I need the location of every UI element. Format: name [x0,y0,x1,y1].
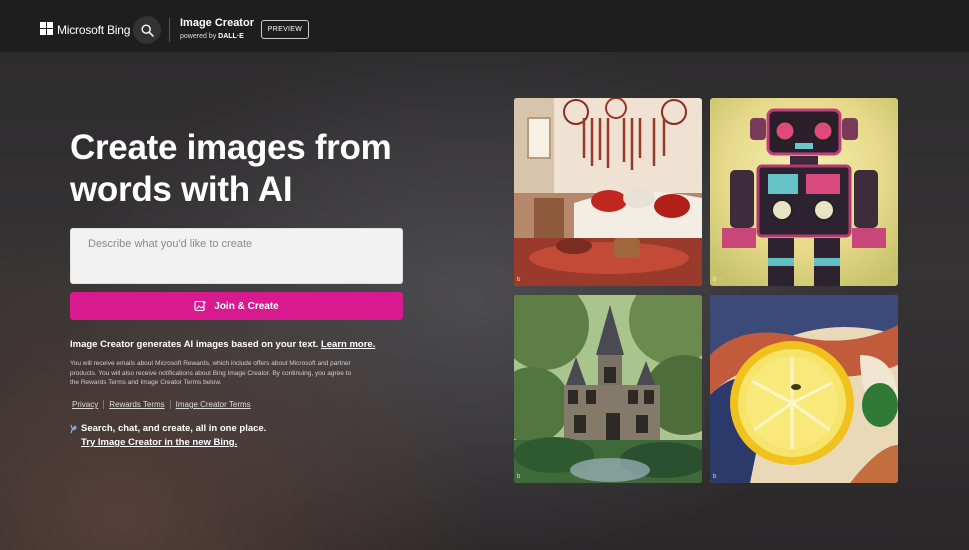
bohemian-living-room-image[interactable]: b [514,98,702,286]
powered-by-text: powered by [180,33,217,40]
tile-mark: b [713,474,717,480]
tile-mark: b [517,474,521,480]
retro-robot-illustration [710,98,898,286]
info-description: Image Creator generates AI images based … [70,339,319,350]
search-button[interactable] [133,16,161,44]
microsoft-logo-icon[interactable] [40,22,54,36]
tile-mark: b [713,277,717,283]
model-name: DALL·E [218,33,244,40]
promo-text: Search, chat, and create, all in one pla… [81,423,267,434]
try-new-bing-link[interactable]: Try Image Creator in the new Bing. [81,437,237,448]
rewards-fine-print: You will receive emails about Microsoft … [70,360,352,386]
bing-sparkle-icon [70,421,79,439]
prompt-input[interactable] [70,228,403,284]
abstract-lemon-illustration [710,295,898,483]
app-title[interactable]: Image Creator [180,17,254,29]
image-creator-terms-link[interactable]: Image Creator Terms [176,400,251,409]
preview-badge: PREVIEW [261,20,309,39]
image-sparkle-icon [194,300,207,312]
page-headline: Create images from words with AI [70,128,392,209]
rewards-terms-link[interactable]: Rewards Terms [109,400,164,409]
bohemian-room-illustration [514,98,702,286]
forest-castle-illustration [514,295,702,483]
learn-more-link[interactable]: Learn more. [321,339,375,350]
info-text: Image Creator generates AI images based … [70,339,375,350]
search-icon [140,23,154,37]
legal-links: Privacy Rewards Terms Image Creator Term… [72,400,251,409]
tile-mark: b [517,277,521,283]
forest-castle-image[interactable]: b [514,295,702,483]
header-divider [169,18,170,42]
top-header: Microsoft Bing Image Creator powered by … [0,0,969,52]
retro-robot-image[interactable]: b [710,98,898,286]
link-separator [169,400,171,409]
link-separator [103,400,105,409]
powered-by-label: powered by DALL·E [180,33,244,40]
join-and-create-button[interactable]: Join & Create [70,292,403,320]
join-and-create-label: Join & Create [214,300,279,312]
abstract-lemon-image[interactable]: b [710,295,898,483]
privacy-link[interactable]: Privacy [72,400,98,409]
brand-name[interactable]: Microsoft Bing [57,23,130,37]
